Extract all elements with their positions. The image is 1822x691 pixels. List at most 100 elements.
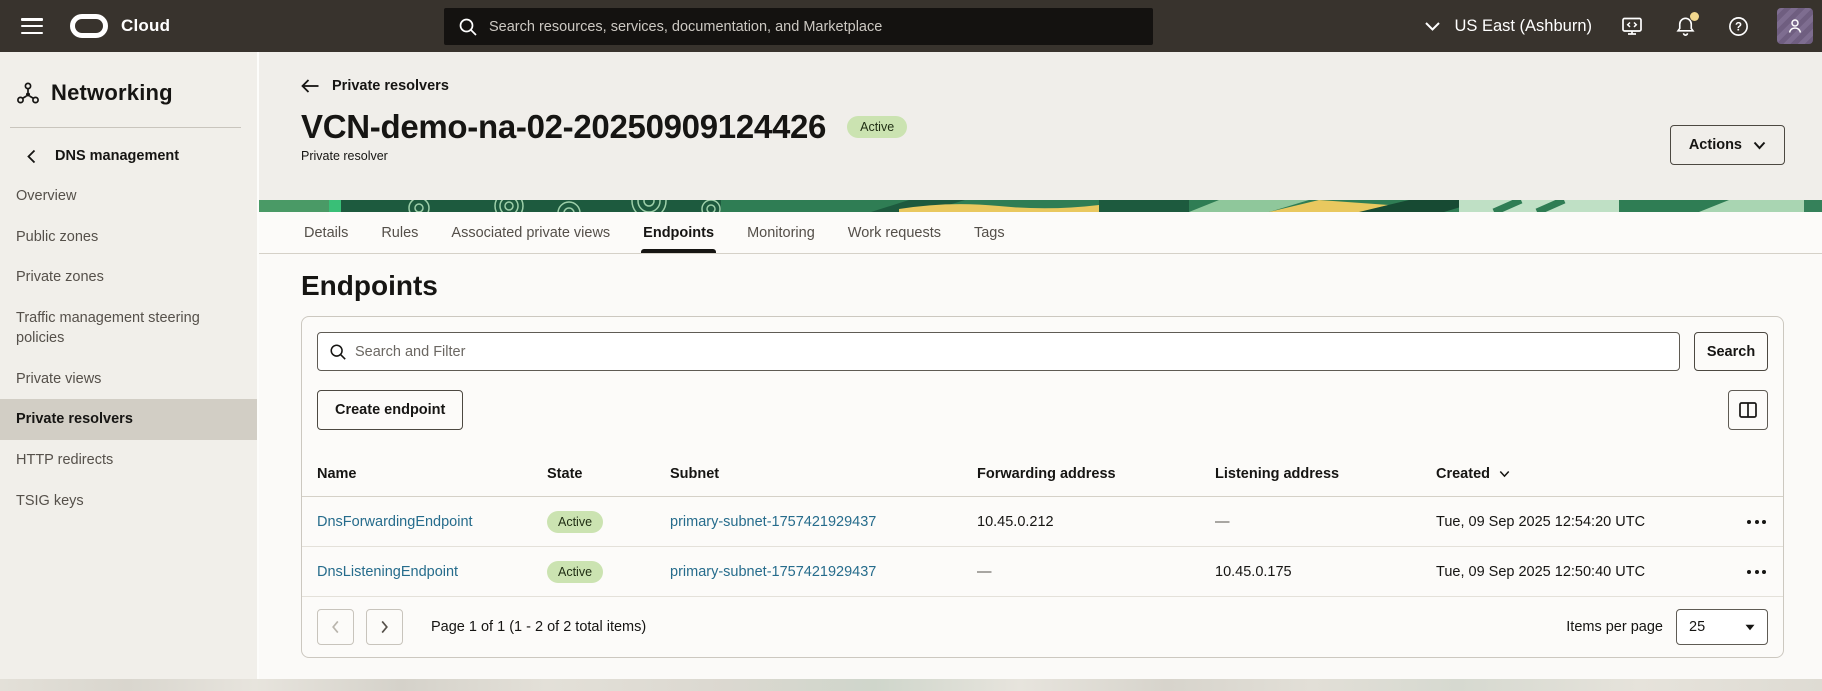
search-icon (458, 17, 478, 37)
oracle-logo-icon (70, 14, 108, 38)
sidebar-divider (10, 127, 241, 128)
title-row: VCN-demo-na-02-20250909124426 Active (301, 106, 1822, 148)
sidebar-item-private-zones[interactable]: Private zones (0, 257, 257, 298)
table-row: DnsListeningEndpoint Active primary-subn… (302, 547, 1783, 597)
tab-work-requests[interactable]: Work requests (848, 212, 941, 253)
breadcrumb[interactable]: Private resolvers (301, 78, 449, 94)
dropdown-triangle-icon (1745, 624, 1755, 631)
forwarding-address-value: — (977, 564, 1215, 580)
listening-address-value: — (1215, 514, 1436, 530)
decorative-footer-strip (0, 679, 1822, 691)
cloud-shell-icon[interactable] (1619, 13, 1645, 39)
region-selector[interactable]: US East (Ashburn) (1424, 17, 1592, 36)
sort-descending-icon (1499, 470, 1510, 478)
items-per-page-label: Items per page (1566, 619, 1663, 635)
sidebar: Networking DNS management Overview Publi… (0, 52, 259, 679)
columns-icon (1739, 402, 1757, 418)
chevron-left-icon (27, 149, 36, 164)
status-badge: Active (847, 116, 907, 138)
back-arrow-icon (301, 79, 320, 93)
sidebar-back-dns-management[interactable]: DNS management (0, 148, 257, 164)
search-button[interactable]: Search (1694, 332, 1768, 371)
sidebar-title: Networking (0, 80, 257, 106)
help-icon[interactable]: ? (1725, 13, 1751, 39)
subnet-link[interactable]: primary-subnet-1757421929437 (670, 564, 977, 580)
chevron-left-icon (331, 620, 340, 634)
col-name: Name (317, 466, 547, 482)
table-row: DnsForwardingEndpoint Active primary-sub… (302, 497, 1783, 547)
notifications-bell-icon[interactable] (1672, 13, 1698, 39)
col-state: State (547, 466, 670, 482)
tab-monitoring[interactable]: Monitoring (747, 212, 815, 253)
section-heading: Endpoints (301, 270, 1822, 302)
col-forwarding-address: Forwarding address (977, 466, 1215, 482)
chevron-down-icon (1424, 21, 1441, 32)
page-title: VCN-demo-na-02-20250909124426 (301, 106, 826, 148)
pagination-summary: Page 1 of 1 (1 - 2 of 2 total items) (431, 619, 646, 635)
page-header: Private resolvers VCN-demo-na-02-2025090… (259, 52, 1822, 200)
sidebar-item-tsig-keys[interactable]: TSIG keys (0, 481, 257, 522)
sidebar-item-traffic-management[interactable]: Traffic management steering policies (0, 298, 257, 359)
sidebar-nav: Overview Public zones Private zones Traf… (0, 176, 257, 521)
created-value: Tue, 09 Sep 2025 12:50:40 UTC (1436, 564, 1704, 580)
previous-page-button[interactable] (317, 609, 354, 645)
menu-icon[interactable] (21, 18, 43, 34)
state-badge: Active (547, 511, 603, 533)
pagination: Page 1 of 1 (1 - 2 of 2 total items) Ite… (302, 597, 1783, 657)
person-icon (1786, 17, 1804, 35)
actions-button-label: Actions (1689, 137, 1742, 153)
endpoints-section: Endpoints Search Create endpoint (259, 254, 1822, 679)
global-search[interactable] (444, 8, 1153, 45)
table-header-row: Name State Subnet Forwarding address Lis… (302, 452, 1783, 497)
created-value: Tue, 09 Sep 2025 12:54:20 UTC (1436, 514, 1704, 530)
col-listening-address: Listening address (1215, 466, 1436, 482)
items-per-page-value: 25 (1689, 619, 1705, 635)
endpoint-name-link[interactable]: DnsListeningEndpoint (317, 564, 547, 580)
tabbar: Details Rules Associated private views E… (259, 212, 1822, 254)
user-avatar[interactable] (1777, 8, 1813, 44)
tab-associated-private-views[interactable]: Associated private views (451, 212, 610, 253)
tab-tags[interactable]: Tags (974, 212, 1005, 253)
subnet-link[interactable]: primary-subnet-1757421929437 (670, 514, 977, 530)
svg-text:?: ? (1734, 21, 1741, 33)
state-badge: Active (547, 561, 603, 583)
tab-endpoints[interactable]: Endpoints (643, 212, 714, 253)
main-area: Private resolvers VCN-demo-na-02-2025090… (259, 52, 1822, 679)
col-created-label: Created (1436, 466, 1490, 482)
decorative-banner (259, 200, 1822, 212)
row-actions-menu-icon[interactable] (1745, 566, 1768, 578)
create-endpoint-button[interactable]: Create endpoint (317, 390, 463, 430)
next-page-button[interactable] (366, 609, 403, 645)
endpoints-card: Search Create endpoint Name State Subnet… (301, 316, 1784, 658)
endpoints-table: Name State Subnet Forwarding address Lis… (302, 452, 1783, 597)
col-subnet: Subnet (670, 466, 977, 482)
chevron-down-icon (1753, 141, 1766, 150)
sidebar-title-label: Networking (51, 80, 173, 106)
brand[interactable]: Cloud (70, 14, 170, 38)
forwarding-address-value: 10.45.0.212 (977, 514, 1215, 530)
topbar: Cloud US East (Ashburn) ? (0, 0, 1822, 52)
column-settings-button[interactable] (1728, 390, 1768, 430)
listening-address-value: 10.45.0.175 (1215, 564, 1436, 580)
sidebar-item-private-views[interactable]: Private views (0, 359, 257, 400)
row-actions-menu-icon[interactable] (1745, 516, 1768, 528)
networking-icon (16, 81, 40, 105)
search-icon (329, 343, 347, 361)
sidebar-item-public-zones[interactable]: Public zones (0, 217, 257, 258)
tab-details[interactable]: Details (304, 212, 348, 253)
sidebar-item-http-redirects[interactable]: HTTP redirects (0, 440, 257, 481)
sidebar-section-label: DNS management (55, 148, 179, 164)
filter-input[interactable] (317, 332, 1680, 371)
chevron-right-icon (380, 620, 389, 634)
sidebar-item-overview[interactable]: Overview (0, 176, 257, 217)
actions-button[interactable]: Actions (1670, 125, 1785, 165)
tab-rules[interactable]: Rules (381, 212, 418, 253)
global-search-input[interactable] (489, 19, 1109, 35)
filter-row: Search (317, 332, 1768, 371)
col-created-sort[interactable]: Created (1436, 466, 1704, 482)
resource-type-label: Private resolver (301, 149, 1822, 163)
items-per-page-select[interactable]: 25 (1676, 609, 1768, 645)
sidebar-item-private-resolvers[interactable]: Private resolvers (0, 399, 257, 440)
endpoint-name-link[interactable]: DnsForwardingEndpoint (317, 514, 547, 530)
brand-label: Cloud (121, 16, 170, 36)
